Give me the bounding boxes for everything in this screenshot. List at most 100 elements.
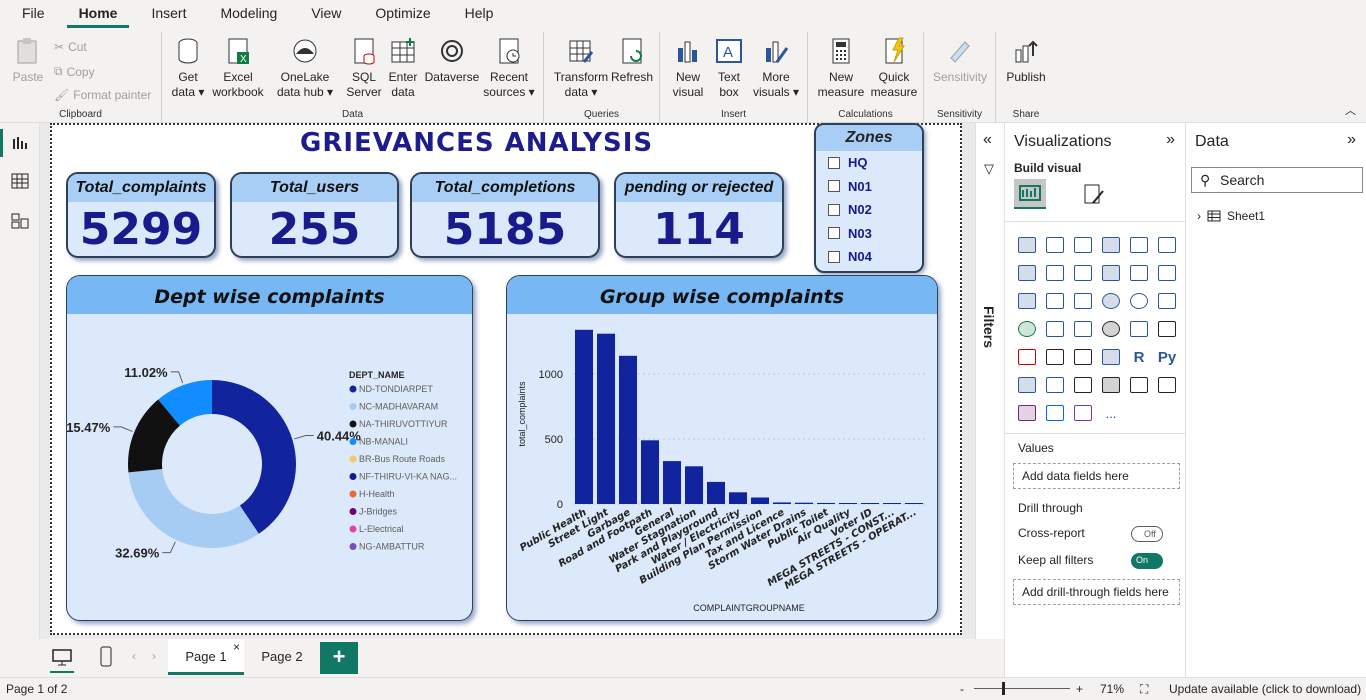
new-visual-button[interactable]: New visual [668, 36, 708, 100]
menu-home[interactable]: Home [66, 0, 130, 28]
power-automate-icon[interactable] [1041, 399, 1069, 427]
mobile-layout-icon[interactable] [100, 646, 112, 668]
power-apps-icon[interactable] [1013, 399, 1041, 427]
zoom-out-icon[interactable]: - [960, 678, 964, 700]
matrix-icon[interactable] [1097, 343, 1125, 371]
paste-button[interactable]: Paste [10, 36, 46, 85]
bar[interactable] [574, 329, 594, 504]
line-icon[interactable] [1013, 259, 1041, 287]
zoom-slider[interactable] [974, 688, 1070, 689]
card-total-complaints[interactable]: Total_complaints 5299 [66, 172, 216, 258]
sql-server-button[interactable]: SQL Server [344, 36, 384, 100]
ribbon-icon[interactable] [1153, 259, 1181, 287]
legend-item[interactable]: BR-Bus Route Roads [359, 454, 446, 464]
keep-filters-toggle[interactable]: On [1131, 553, 1163, 569]
table-icon[interactable] [1069, 343, 1097, 371]
get-more-icon[interactable] [1069, 399, 1097, 427]
key-influencers-icon[interactable] [1013, 371, 1041, 399]
scatter-icon[interactable] [1069, 287, 1097, 315]
collapse-data-icon[interactable]: » [1347, 131, 1356, 149]
clustered-column-icon[interactable] [1097, 231, 1125, 259]
checkbox[interactable] [828, 250, 840, 263]
donut-slice[interactable] [212, 380, 296, 534]
recent-sources-button[interactable]: Recent sources ▾ [482, 36, 536, 100]
line-clustered-icon[interactable] [1125, 259, 1153, 287]
drill-through-drop-zone[interactable]: Add drill-through fields here [1013, 579, 1180, 605]
format-visual-tab[interactable] [1081, 181, 1107, 207]
qa-icon[interactable] [1069, 371, 1097, 399]
quick-measure-button[interactable]: Quick measure [868, 36, 920, 100]
desktop-layout-icon[interactable] [52, 649, 72, 667]
collapse-ribbon-icon[interactable]: ︿ [1345, 102, 1356, 118]
dataverse-button[interactable]: Dataverse [424, 36, 480, 85]
gauge-icon[interactable] [1097, 315, 1125, 343]
map-icon[interactable] [1013, 315, 1041, 343]
bar[interactable] [794, 502, 814, 504]
bar[interactable] [618, 355, 638, 504]
legend-item[interactable]: NC-MADHAVARAM [359, 402, 438, 412]
copy-button[interactable]: ⧉ Copy [54, 64, 95, 79]
new-measure-button[interactable]: New measure [816, 36, 866, 100]
checkbox[interactable] [828, 203, 840, 216]
bar[interactable] [816, 502, 836, 504]
cut-button[interactable]: ✂ Cut [54, 40, 87, 54]
model-view-icon[interactable] [10, 211, 30, 231]
bar[interactable] [772, 502, 792, 504]
card-total-users[interactable]: Total_users 255 [230, 172, 399, 258]
bar[interactable] [662, 461, 682, 504]
chevron-right-icon[interactable]: › [1197, 209, 1201, 223]
legend-item[interactable]: NA-THIRUVOTTIYUR [359, 419, 448, 429]
legend-item[interactable]: NG-AMBATTUR [359, 542, 425, 552]
filled-map-icon[interactable] [1041, 315, 1069, 343]
text-box-button[interactable]: A Text box [710, 36, 748, 100]
more-icon[interactable]: ... [1097, 399, 1125, 427]
paginated-icon[interactable] [1153, 371, 1181, 399]
bar[interactable] [684, 466, 704, 504]
zone-item-n02[interactable]: N02 [816, 198, 922, 222]
bar[interactable] [860, 503, 880, 504]
format-painter-button[interactable]: 🖌 Format painter [54, 88, 151, 102]
zoom-in-icon[interactable]: + [1076, 678, 1083, 700]
publish-button[interactable]: Publish [1002, 36, 1050, 85]
donut-icon[interactable] [1125, 287, 1153, 315]
enter-data-button[interactable]: Enter data [384, 36, 422, 100]
bar[interactable] [728, 492, 748, 504]
menu-optimize[interactable]: Optimize [363, 0, 442, 28]
add-page-button[interactable]: + [320, 642, 358, 674]
table-sheet1[interactable]: › Sheet1 [1197, 209, 1265, 223]
decomposition-tree-icon[interactable] [1041, 371, 1069, 399]
dept-panel[interactable]: Dept wise complaints 40.44% 32.69% 15.47% 1… [66, 275, 473, 621]
bar[interactable] [838, 503, 858, 504]
excel-workbook-button[interactable]: X Excel workbook [208, 36, 268, 100]
zone-item-n04[interactable]: N04 [816, 245, 922, 269]
more-visuals-button[interactable]: More visuals ▾ [750, 36, 802, 100]
onelake-button[interactable]: OneLake data hub ▾ [268, 36, 342, 100]
bar[interactable] [882, 503, 902, 504]
prev-page-icon[interactable]: ‹ [132, 649, 136, 663]
menu-modeling[interactable]: Modeling [208, 0, 289, 28]
dept-donut-chart[interactable]: 40.44%32.69%15.47%11.02% DEPT_NAMEND-TOND… [67, 314, 473, 621]
stacked-column-icon[interactable] [1041, 231, 1069, 259]
card-icon[interactable] [1125, 315, 1153, 343]
zone-item-n01[interactable]: N01 [816, 175, 922, 199]
bar[interactable] [640, 440, 660, 504]
data-search-input[interactable]: ⚲ Search [1191, 167, 1363, 193]
card-pending-rejected[interactable]: pending or rejected 114 [614, 172, 784, 258]
azure-map-icon[interactable] [1069, 315, 1097, 343]
transform-data-button[interactable]: Transform data ▾ [552, 36, 610, 100]
goals-icon[interactable] [1125, 371, 1153, 399]
cross-report-toggle[interactable]: Off [1131, 526, 1163, 542]
legend-item[interactable]: NF-THIRU-VI-KA NAG... [359, 472, 457, 482]
filters-pane-collapsed[interactable]: « ▽ Filters [975, 123, 1004, 639]
table-view-icon[interactable] [10, 171, 30, 191]
group-bar-chart[interactable]: 05001000total_complaintsPublic HealthStr… [507, 314, 938, 621]
clustered-bar-icon[interactable] [1069, 231, 1097, 259]
python-visual-icon[interactable]: Py [1153, 343, 1181, 371]
sensitivity-button[interactable]: Sensitivity [930, 36, 990, 85]
legend-item[interactable]: J-Bridges [359, 507, 398, 517]
update-available-link[interactable]: Update available (click to download) [1169, 678, 1361, 700]
build-visual-tab[interactable] [1014, 179, 1046, 209]
refresh-button[interactable]: Refresh [610, 36, 654, 85]
legend-item[interactable]: NB-MANALI [359, 437, 408, 447]
area-icon[interactable] [1041, 259, 1069, 287]
